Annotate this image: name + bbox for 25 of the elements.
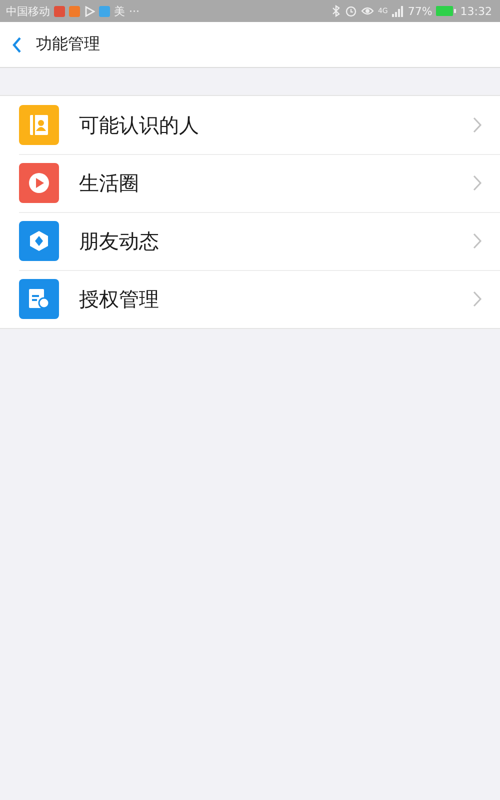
item-label: 可能认识的人 (79, 112, 200, 138)
chevron-icon (473, 291, 482, 307)
chevron-icon (473, 175, 482, 191)
signal-icon (392, 6, 404, 16)
chevron-icon (473, 117, 482, 133)
more-notifications: ··· (129, 4, 140, 18)
bluetooth-icon (332, 5, 341, 17)
chevron-icon (473, 233, 482, 249)
clock-time: 13:32 (460, 4, 492, 18)
back-icon[interactable] (12, 36, 22, 52)
battery-percent: 77% (408, 4, 432, 18)
settings-item[interactable]: 朋友动态 (0, 212, 500, 270)
item-label: 生活圈 (79, 170, 140, 196)
item-label: 授权管理 (79, 286, 160, 312)
alarm-icon (344, 5, 357, 17)
carrier-name: 中国移动 (6, 4, 50, 18)
play-icon (84, 6, 95, 16)
battery-icon (436, 6, 456, 16)
settings-item[interactable]: 授权管理 (0, 270, 500, 328)
item-label: 朋友动态 (79, 228, 160, 254)
eye-icon (360, 6, 374, 16)
settings-item[interactable]: 生活圈 (0, 154, 500, 212)
page-title: 功能管理 (36, 34, 100, 55)
settings-item[interactable]: 可能认识的人 (0, 96, 500, 154)
notification-text: 美 (114, 4, 125, 18)
